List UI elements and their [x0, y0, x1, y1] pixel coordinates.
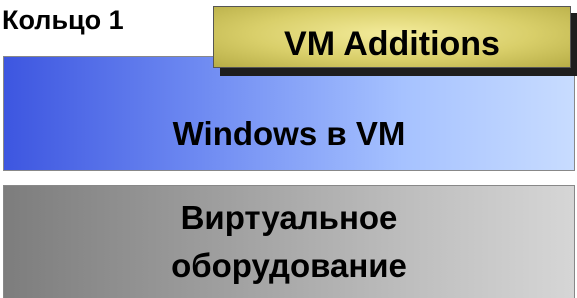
hardware-label-line1: Виртуальное: [180, 199, 398, 236]
ring-label: Кольцо 1: [2, 5, 124, 35]
vm-additions-box: VM Additions: [213, 6, 571, 68]
vm-additions-label: VM Additions: [284, 24, 500, 63]
guest-os-label: Windows в VM: [172, 114, 406, 152]
virtual-hardware-layer: Виртуальное оборудование: [3, 185, 575, 298]
hardware-label-line2: оборудование: [171, 247, 407, 284]
